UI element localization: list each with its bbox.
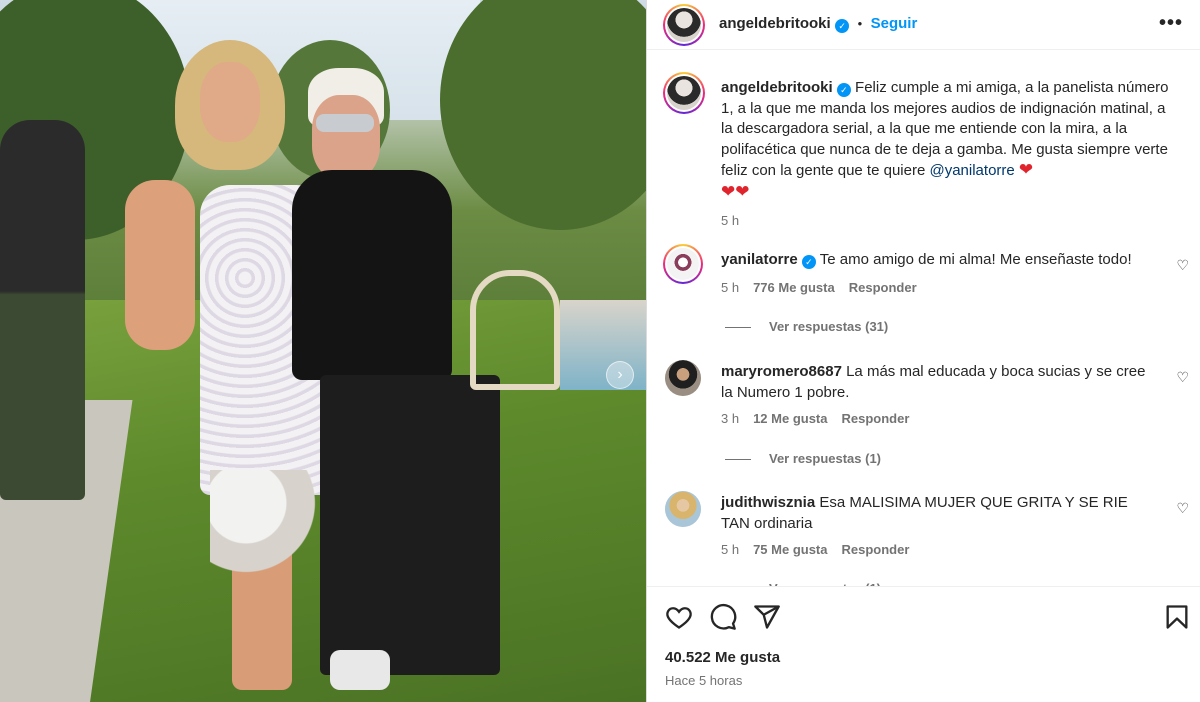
- comment-text: Te amo amigo de mi alma! Me enseñaste to…: [819, 251, 1132, 268]
- commenter-avatar[interactable]: [665, 491, 701, 527]
- chevron-right-icon: ›: [617, 366, 623, 383]
- comment-reply-button[interactable]: Responder: [849, 280, 917, 295]
- comment-like-heart-icon[interactable]: ♡: [1176, 257, 1189, 274]
- comment-likes[interactable]: 776 Me gusta: [753, 280, 835, 295]
- photo-woman-arm: [125, 180, 195, 350]
- photo-man-shoes: [330, 650, 390, 690]
- heart-outline-icon[interactable]: [665, 603, 693, 631]
- comment-body: maryromero8687 La más mal educada y boca…: [721, 362, 1151, 403]
- comment-like-heart-icon[interactable]: ♡: [1176, 369, 1189, 386]
- author-avatar[interactable]: [663, 4, 705, 46]
- comment-likes[interactable]: 12 Me gusta: [753, 411, 827, 426]
- comment-meta: 5 h 75 Me gusta Responder: [721, 542, 909, 557]
- bookmark-icon[interactable]: [1163, 603, 1191, 631]
- carousel-next-button[interactable]: ›: [606, 361, 634, 389]
- photo-man-sunglasses: [316, 114, 374, 132]
- verified-badge-icon: ✓: [836, 83, 851, 97]
- paper-plane-icon[interactable]: [753, 603, 781, 631]
- photo-woman-face: [200, 62, 260, 142]
- red-heart-emoji-icon: ❤: [1018, 160, 1034, 179]
- comment-time[interactable]: 5 h: [721, 542, 739, 557]
- comment-time[interactable]: 3 h: [721, 411, 739, 426]
- caption-timestamp[interactable]: 5 h: [721, 211, 1181, 232]
- commenter-avatar[interactable]: [665, 360, 701, 396]
- post-details-panel: angeldebritooki ✓ • Seguir ••• angeldebr…: [646, 0, 1200, 702]
- caption-mention[interactable]: @yanilatorre: [929, 162, 1014, 179]
- post-timestamp[interactable]: Hace 5 horas: [665, 673, 742, 688]
- comment-bubble-icon[interactable]: [709, 603, 737, 631]
- comment-time[interactable]: 5 h: [721, 280, 739, 295]
- view-replies-button[interactable]: Ver respuestas (31): [725, 319, 888, 334]
- photo-bystander: [0, 120, 85, 500]
- more-options-icon[interactable]: •••: [1159, 12, 1183, 35]
- post-photo[interactable]: ›: [0, 0, 646, 702]
- comment-meta: 5 h 776 Me gusta Responder: [721, 280, 917, 295]
- verified-badge-icon: ✓: [835, 19, 850, 33]
- post-actions-bar: 40.522 Me gusta Hace 5 horas: [647, 586, 1200, 702]
- post-caption: angeldebritooki ✓ Feliz cumple a mi amig…: [721, 78, 1181, 232]
- post-like-count[interactable]: 40.522 Me gusta: [665, 649, 780, 666]
- photo-dog: [210, 470, 330, 580]
- replies-divider: [725, 459, 751, 461]
- caption-avatar[interactable]: [663, 72, 705, 114]
- photo-man-shirt: [292, 170, 452, 380]
- comment-username[interactable]: judithwisznia: [721, 494, 815, 511]
- red-hearts-emoji-icon: ❤❤: [721, 181, 750, 201]
- comment-body: yanilatorre ✓ Te amo amigo de mi alma! M…: [721, 250, 1151, 271]
- header-separator: •: [857, 16, 863, 31]
- caption-username[interactable]: angeldebritooki: [721, 79, 833, 96]
- commenter-avatar[interactable]: [663, 244, 703, 284]
- verified-badge-icon: ✓: [801, 255, 816, 269]
- comment-reply-button[interactable]: Responder: [842, 542, 910, 557]
- comment-body: judithwisznia Esa MALISIMA MUJER QUE GRI…: [721, 493, 1151, 534]
- photo-man-pants: [320, 375, 500, 675]
- author-username[interactable]: angeldebritooki: [719, 15, 831, 32]
- comment-username[interactable]: maryromero8687: [721, 363, 842, 380]
- view-replies-button[interactable]: Ver respuestas (1): [725, 451, 881, 466]
- comment-reply-button[interactable]: Responder: [842, 411, 910, 426]
- photo-tree-right: [440, 0, 646, 230]
- photo-man-face: [312, 95, 380, 180]
- comment-like-heart-icon[interactable]: ♡: [1176, 500, 1189, 517]
- post-header: angeldebritooki ✓ • Seguir •••: [647, 0, 1200, 50]
- replies-divider: [725, 327, 751, 329]
- comment-likes[interactable]: 75 Me gusta: [753, 542, 827, 557]
- follow-button[interactable]: Seguir: [871, 15, 918, 32]
- photo-chair: [470, 270, 560, 390]
- comment-meta: 3 h 12 Me gusta Responder: [721, 411, 909, 426]
- comment-username[interactable]: yanilatorre: [721, 251, 798, 268]
